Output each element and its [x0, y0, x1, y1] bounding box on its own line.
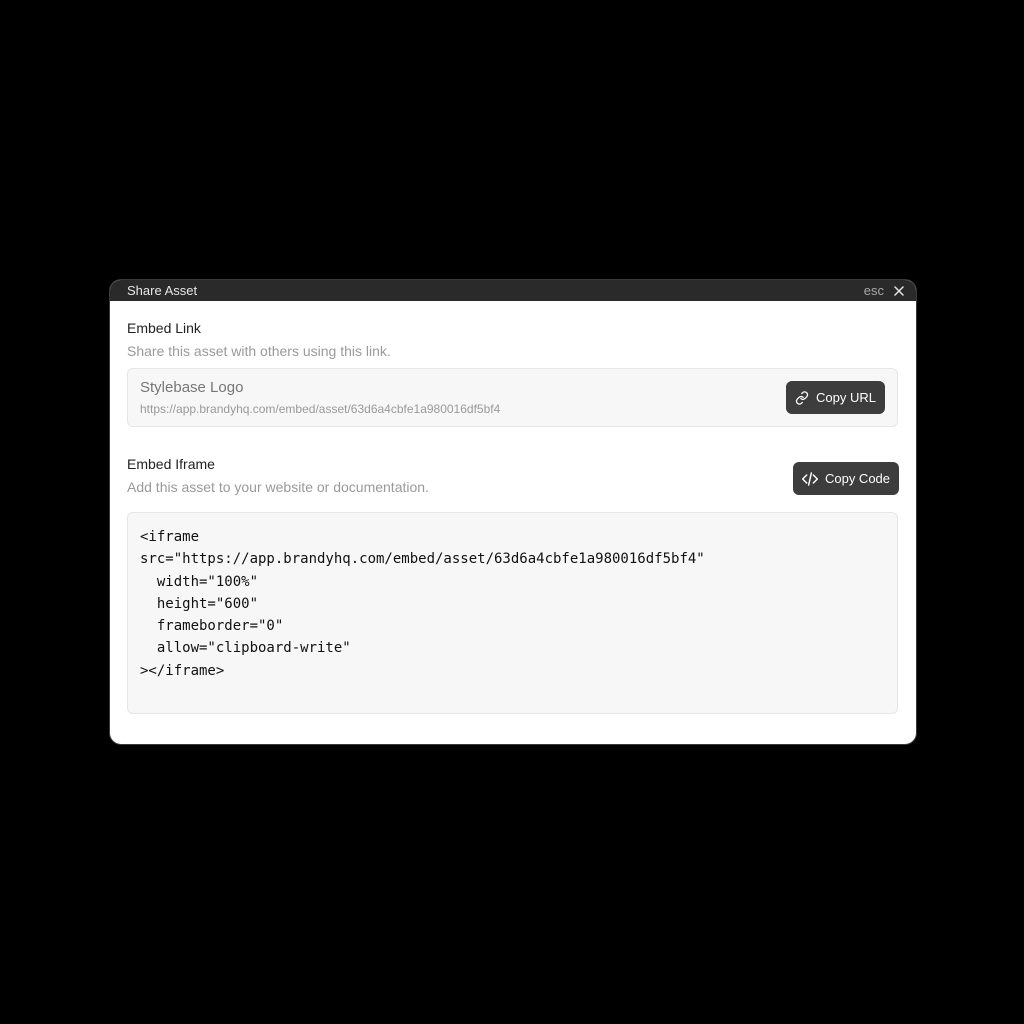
asset-url: https://app.brandyhq.com/embed/asset/63d… — [140, 402, 501, 416]
embed-link-heading: Embed Link — [127, 320, 201, 336]
asset-name: Stylebase Logo — [140, 379, 244, 396]
dialog-content: Embed Link Share this asset with others … — [110, 301, 916, 744]
copy-code-button[interactable]: Copy Code — [793, 462, 899, 495]
link-icon — [795, 390, 809, 405]
close-icon[interactable] — [894, 285, 904, 296]
embed-iframe-heading: Embed Iframe — [127, 456, 215, 472]
iframe-code-block[interactable]: <iframe src="https://app.brandyhq.com/em… — [127, 512, 898, 714]
dialog-titlebar: Share Asset esc — [110, 280, 916, 301]
esc-hint: esc — [863, 283, 884, 298]
iframe-code: <iframe src="https://app.brandyhq.com/em… — [140, 529, 705, 679]
copy-code-label: Copy Code — [824, 471, 891, 486]
code-icon — [801, 471, 818, 486]
embed-iframe-description: Add this asset to your website or docume… — [127, 479, 429, 495]
copy-url-label: Copy URL — [816, 390, 876, 405]
copy-url-button[interactable]: Copy URL — [786, 381, 885, 414]
share-asset-dialog: Share Asset esc Embed Link Share this as… — [109, 279, 917, 745]
dialog-title: Share Asset — [127, 283, 198, 298]
embed-link-description: Share this asset with others using this … — [127, 343, 391, 359]
embed-link-panel: Stylebase Logo https://app.brandyhq.com/… — [127, 368, 898, 427]
